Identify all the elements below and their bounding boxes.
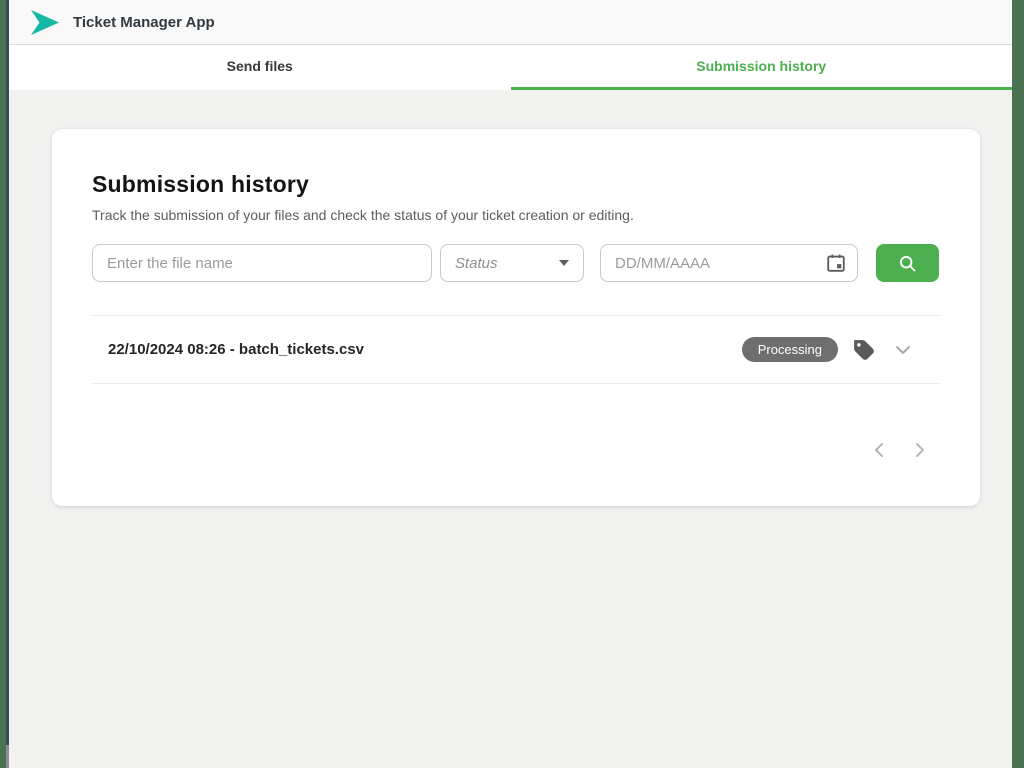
status-select-value: Status — [455, 255, 498, 272]
tag-button[interactable] — [851, 337, 876, 362]
tab-send-files-label: Send files — [227, 58, 293, 74]
pagination-prev-button[interactable] — [871, 441, 888, 459]
submission-row-label: 22/10/2024 08:26 - batch_tickets.csv — [108, 341, 742, 358]
tag-icon — [851, 337, 876, 362]
filter-bar: Status — [92, 244, 940, 282]
date-input[interactable] — [600, 244, 858, 282]
app-window: Ticket Manager App Send files Submission… — [9, 0, 1012, 768]
caret-down-icon — [559, 260, 569, 266]
app-logo-icon — [30, 9, 60, 36]
submission-row[interactable]: 22/10/2024 08:26 - batch_tickets.csv Pro… — [92, 316, 940, 384]
search-icon — [897, 253, 918, 274]
chevron-left-icon — [871, 441, 888, 459]
tab-send-files[interactable]: Send files — [9, 45, 511, 90]
search-button[interactable] — [876, 244, 939, 282]
date-field — [600, 244, 858, 282]
desktop-edge-right — [1012, 0, 1024, 768]
chevron-right-icon — [911, 441, 928, 459]
pagination-next-button[interactable] — [911, 441, 928, 459]
pagination — [92, 441, 940, 459]
row-expand-button[interactable] — [893, 340, 913, 360]
calendar-icon — [825, 252, 847, 274]
status-select[interactable]: Status — [440, 244, 584, 282]
desktop-edge-left-bottom — [6, 745, 9, 768]
submission-history-card: Submission history Track the submission … — [52, 129, 980, 506]
file-name-input[interactable] — [92, 244, 432, 282]
desktop-edge-left-inner — [6, 0, 9, 745]
tab-submission-history-label: Submission history — [696, 58, 826, 74]
app-header: Ticket Manager App — [9, 0, 1012, 45]
tab-bar: Send files Submission history — [9, 45, 1012, 90]
status-badge: Processing — [742, 337, 838, 362]
page-subtitle: Track the submission of your files and c… — [92, 207, 940, 223]
main-area: Submission history Track the submission … — [9, 90, 1012, 506]
page-title: Submission history — [92, 171, 940, 198]
calendar-picker-button[interactable] — [825, 252, 847, 274]
chevron-down-icon — [893, 340, 913, 360]
app-title: Ticket Manager App — [73, 14, 215, 31]
tab-submission-history[interactable]: Submission history — [511, 45, 1013, 90]
